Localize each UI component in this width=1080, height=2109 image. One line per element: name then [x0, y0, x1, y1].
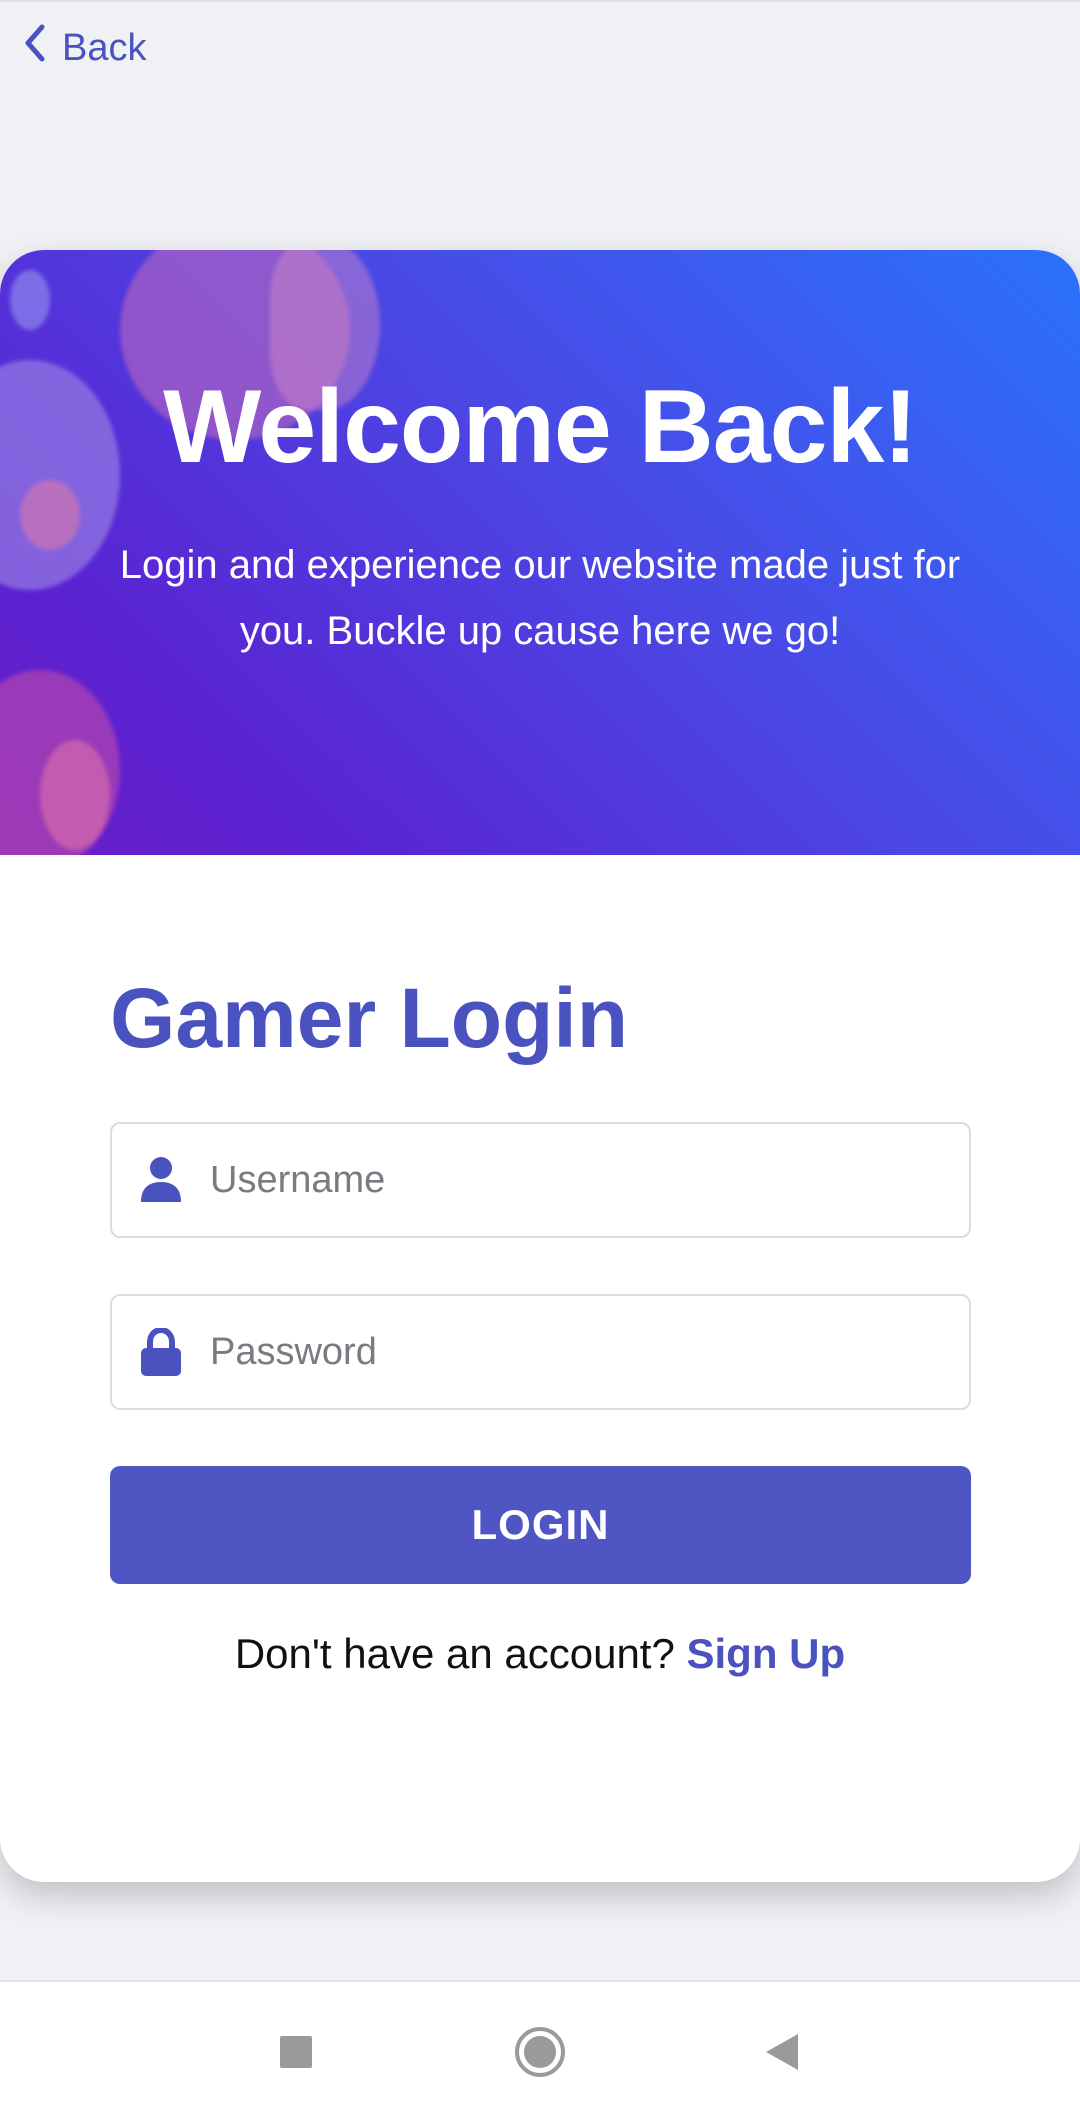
signup-link[interactable]: Sign Up [687, 1630, 846, 1677]
username-input[interactable] [210, 1158, 969, 1202]
status-divider [0, 0, 1080, 2]
form-title: Gamer Login [110, 971, 629, 1065]
decorative-blob [20, 480, 80, 550]
decorative-blob [10, 270, 50, 330]
signup-row: Don't have an account? Sign Up [0, 1630, 1080, 1678]
square-icon[interactable] [266, 2022, 326, 2082]
back-button[interactable]: Back [22, 22, 146, 74]
username-field[interactable] [110, 1122, 971, 1238]
signup-prompt: Don't have an account? [234, 1630, 675, 1677]
system-nav-bar [0, 1980, 1080, 2109]
login-card: Welcome Back! Login and experience our w… [0, 250, 1080, 1882]
decorative-blob [40, 740, 110, 850]
circle-icon[interactable] [510, 2022, 570, 2082]
lock-icon [112, 1328, 210, 1376]
triangle-left-icon[interactable] [752, 2022, 812, 2082]
back-label: Back [62, 26, 147, 69]
user-icon [112, 1156, 210, 1204]
hero-subtitle: Login and experience our website made ju… [119, 543, 961, 653]
hero-title: Welcome Back! [163, 369, 918, 485]
chevron-left-icon [22, 23, 48, 73]
password-input[interactable] [210, 1330, 969, 1374]
password-field[interactable] [110, 1294, 971, 1410]
login-button[interactable]: LOGIN [110, 1466, 971, 1584]
hero-banner: Welcome Back! Login and experience our w… [0, 250, 1080, 855]
